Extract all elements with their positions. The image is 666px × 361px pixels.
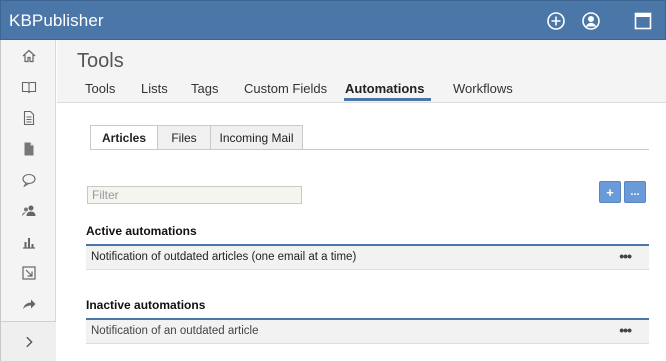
users-icon[interactable]: [1, 195, 56, 226]
window-icon[interactable]: [632, 10, 654, 32]
home-icon[interactable]: [1, 40, 56, 71]
tab-lists[interactable]: Lists: [141, 81, 168, 96]
chart-icon[interactable]: [1, 226, 56, 257]
automation-name[interactable]: Notification of an outdated article: [91, 325, 259, 337]
comments-icon[interactable]: [1, 164, 56, 195]
page-title: Tools: [77, 50, 124, 72]
top-bar: KBPublisher: [0, 0, 666, 40]
active-tab-indicator: [344, 98, 431, 101]
share-icon[interactable]: [1, 288, 56, 319]
plus-circle-icon[interactable]: [545, 10, 567, 32]
subtab-incoming-mail[interactable]: Incoming Mail: [211, 125, 303, 150]
subtab-articles[interactable]: Articles: [90, 125, 158, 150]
brand-logo[interactable]: KBPublisher: [9, 11, 104, 31]
tab-custom-fields[interactable]: Custom Fields: [244, 81, 327, 96]
filter-input[interactable]: [87, 186, 302, 204]
subtab-files[interactable]: Files: [158, 125, 211, 150]
file-icon[interactable]: [1, 133, 56, 164]
list-item[interactable]: Notification of an outdated article •••: [86, 318, 649, 344]
tab-tools[interactable]: Tools: [85, 81, 115, 96]
row-menu-icon[interactable]: •••: [619, 322, 632, 338]
subtab-bar: Articles Files Incoming Mail: [90, 125, 303, 150]
export-icon[interactable]: [1, 257, 56, 288]
row-menu-icon[interactable]: •••: [619, 248, 632, 264]
book-icon[interactable]: [1, 71, 56, 102]
more-options-button[interactable]: ...: [624, 181, 646, 203]
page-header: Tools Tools Lists Tags Custom Fields Aut…: [57, 40, 666, 103]
user-circle-icon[interactable]: [580, 10, 602, 32]
subtab-divider: [90, 149, 649, 150]
main-content: Articles Files Incoming Mail + ... Activ…: [57, 104, 664, 361]
document-icon[interactable]: [1, 102, 56, 133]
sidebar: [0, 40, 56, 361]
chevron-right-icon[interactable]: [1, 321, 56, 361]
inactive-automations-title: Inactive automations: [86, 298, 206, 312]
list-item[interactable]: Notification of outdated articles (one e…: [86, 244, 649, 270]
tab-tags[interactable]: Tags: [191, 81, 218, 96]
tab-automations[interactable]: Automations: [345, 81, 424, 96]
automation-name[interactable]: Notification of outdated articles (one e…: [91, 251, 356, 263]
add-button[interactable]: +: [599, 181, 621, 203]
tab-workflows[interactable]: Workflows: [453, 81, 513, 96]
active-automations-title: Active automations: [86, 224, 197, 238]
